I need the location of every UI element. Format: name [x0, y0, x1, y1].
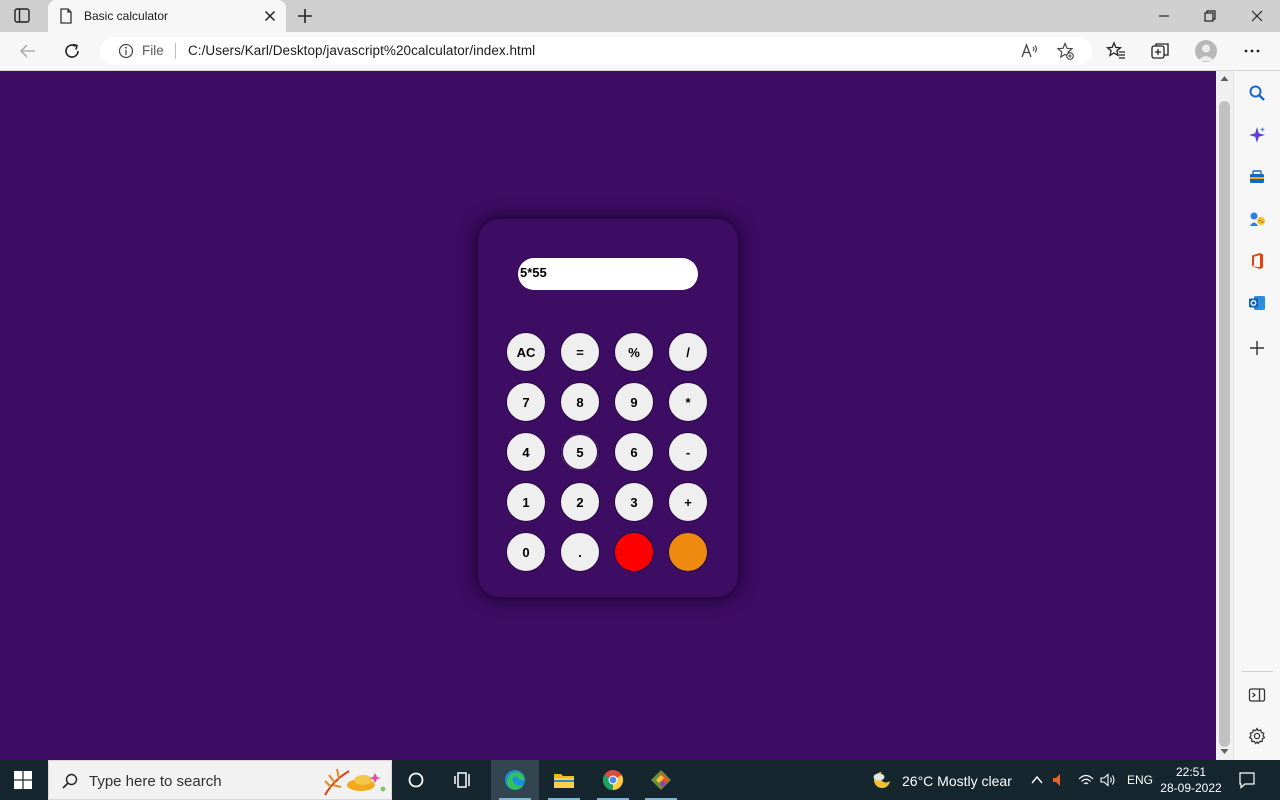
key-2[interactable]: 2	[560, 482, 600, 522]
taskbar-chrome[interactable]	[589, 760, 637, 800]
outlook-icon[interactable]	[1248, 294, 1266, 312]
address-scheme: File	[142, 43, 164, 58]
key-5[interactable]: 5	[560, 432, 600, 472]
read-aloud-icon[interactable]	[1020, 43, 1038, 59]
key-red[interactable]	[614, 532, 654, 572]
scroll-thumb[interactable]	[1219, 101, 1230, 747]
task-view-button[interactable]	[440, 760, 488, 800]
key-orange[interactable]	[668, 532, 708, 572]
tab-actions-icon[interactable]	[14, 8, 30, 23]
restore-icon[interactable]	[1202, 8, 1218, 24]
close-tab-icon[interactable]	[262, 8, 278, 24]
discover-icon[interactable]	[1248, 126, 1266, 144]
more-options-icon[interactable]	[1242, 41, 1262, 61]
browser-tab-bar: Basic calculator	[0, 0, 1280, 32]
address-url[interactable]: C:/Users/Karl/Desktop/javascript%20calcu…	[188, 43, 535, 58]
search-highlight-art	[324, 768, 386, 796]
profile-avatar[interactable]	[1195, 40, 1217, 62]
volume-icon[interactable]	[1100, 772, 1116, 788]
games-icon[interactable]	[1248, 210, 1266, 228]
tab-title: Basic calculator	[84, 9, 169, 23]
tools-icon[interactable]	[1248, 168, 1266, 186]
clock-date: 28-09-2022	[1160, 781, 1222, 795]
collections-icon[interactable]	[1150, 41, 1170, 61]
search-placeholder: Type here to search	[89, 773, 222, 790]
page-viewport: 5*55 AC = % / 7 8 9 * 4 5 6 - 1 2 3 + 0 …	[0, 71, 1216, 760]
taskbar-search[interactable]: Type here to search	[48, 760, 392, 800]
hide-sidebar-icon[interactable]	[1248, 686, 1266, 704]
clock[interactable]: 22:51 28-09-2022	[1160, 764, 1222, 796]
address-bar[interactable]: File C:/Users/Karl/Desktop/javascript%20…	[100, 37, 1092, 65]
info-icon[interactable]	[118, 43, 134, 59]
person-icon	[1198, 44, 1214, 61]
chrome-icon	[602, 770, 624, 791]
clock-time: 22:51	[1175, 765, 1207, 779]
key-subtract[interactable]: -	[668, 432, 708, 472]
key-multiply[interactable]: *	[668, 382, 708, 422]
search-icon[interactable]	[1248, 84, 1266, 102]
scroll-down-icon[interactable]	[1220, 748, 1229, 755]
edge-sidebar	[1233, 71, 1280, 760]
language-indicator[interactable]: ENG	[1127, 773, 1153, 787]
speaker-muted-icon[interactable]	[1051, 772, 1067, 788]
add-favorite-icon[interactable]	[1056, 42, 1074, 60]
office-icon[interactable]	[1248, 252, 1266, 270]
add-icon[interactable]	[1248, 339, 1266, 357]
weather-moon-icon[interactable]	[871, 769, 893, 791]
key-6[interactable]: 6	[614, 432, 654, 472]
key-equals[interactable]: =	[560, 332, 600, 372]
cortana-button[interactable]	[392, 760, 440, 800]
windows-start-icon[interactable]	[14, 771, 32, 789]
sidebar-divider	[1242, 671, 1273, 672]
magnifier-icon	[62, 773, 78, 789]
calculator-display[interactable]: 5*55	[518, 258, 698, 290]
taskbar-edge[interactable]	[491, 760, 539, 800]
key-ac[interactable]: AC	[506, 332, 546, 372]
page-icon	[60, 8, 72, 24]
browser-tab[interactable]: Basic calculator	[48, 0, 286, 32]
cortana-icon	[408, 772, 424, 788]
notification-icon[interactable]	[1238, 771, 1256, 789]
key-percent[interactable]: %	[614, 332, 654, 372]
key-8[interactable]: 8	[560, 382, 600, 422]
key-9[interactable]: 9	[614, 382, 654, 422]
weather-label[interactable]: 26°C Mostly clear	[902, 773, 1012, 789]
close-window-icon[interactable]	[1249, 8, 1265, 24]
key-3[interactable]: 3	[614, 482, 654, 522]
key-divide[interactable]: /	[668, 332, 708, 372]
key-1[interactable]: 1	[506, 482, 546, 522]
back-icon[interactable]	[18, 41, 38, 61]
app-icon	[651, 770, 671, 790]
calculator: 5*55 AC = % / 7 8 9 * 4 5 6 - 1 2 3 + 0 …	[478, 219, 738, 597]
key-4[interactable]: 4	[506, 432, 546, 472]
network-icon[interactable]	[1078, 772, 1094, 788]
key-0[interactable]: 0	[506, 532, 546, 572]
key-decimal[interactable]: .	[560, 532, 600, 572]
chevron-up-icon[interactable]	[1030, 773, 1044, 787]
settings-gear-icon[interactable]	[1248, 727, 1266, 745]
windows-taskbar: Type here to search 26°C Mostly clear EN…	[0, 760, 1280, 800]
scroll-up-icon[interactable]	[1220, 75, 1229, 82]
taskbar-app[interactable]	[637, 760, 685, 800]
taskbar-file-explorer[interactable]	[540, 760, 588, 800]
favorites-icon[interactable]	[1106, 41, 1126, 61]
folder-icon	[554, 774, 574, 788]
browser-toolbar: File C:/Users/Karl/Desktop/javascript%20…	[0, 32, 1280, 71]
new-tab-icon[interactable]	[295, 6, 315, 26]
key-7[interactable]: 7	[506, 382, 546, 422]
address-separator	[175, 43, 176, 59]
key-add[interactable]: +	[668, 482, 708, 522]
page-scrollbar[interactable]	[1216, 71, 1233, 760]
minimize-icon[interactable]	[1156, 8, 1172, 24]
refresh-icon[interactable]	[62, 41, 82, 61]
edge-icon	[505, 770, 525, 790]
task-view-icon	[454, 772, 470, 788]
